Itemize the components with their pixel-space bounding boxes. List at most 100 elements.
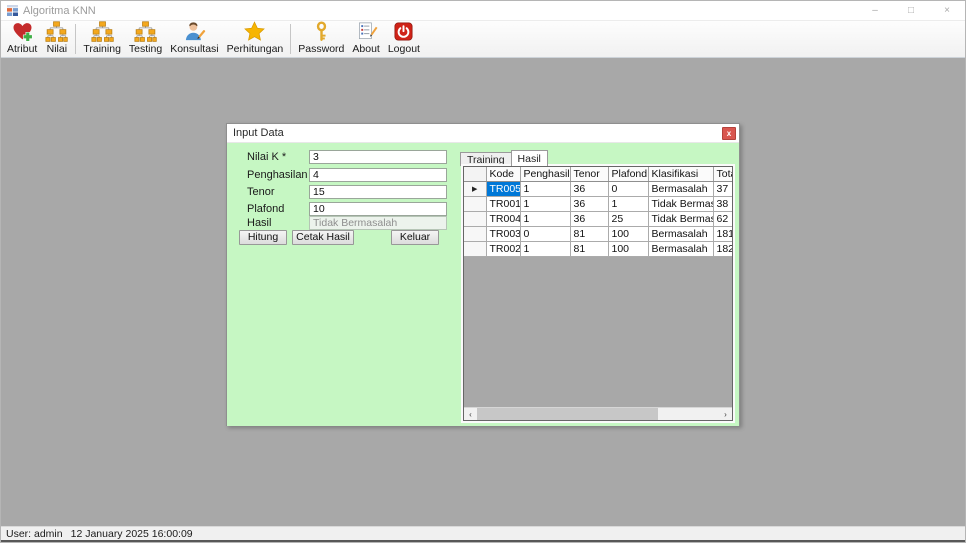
grid-cell[interactable]: 0 — [520, 226, 570, 241]
field-input-hasil — [309, 216, 447, 230]
grid-column-header-total[interactable]: Total — [713, 167, 733, 181]
person-pencil-icon — [183, 21, 206, 42]
results-table: KodePenghasilanTenorPlafondKlasifikasiTo… — [464, 167, 733, 257]
app-icon — [7, 5, 18, 16]
dialog-close-button[interactable]: x — [722, 127, 736, 140]
close-button[interactable]: × — [929, 1, 965, 20]
grid-cell[interactable]: Tidak Bermasalah — [648, 211, 713, 226]
row-header-cell[interactable]: ▶ — [464, 181, 486, 196]
grid-cell[interactable]: 1 — [608, 196, 648, 211]
field-label-plafond: Plafond — [247, 203, 284, 215]
toolbar-button-about[interactable]: About — [348, 22, 383, 56]
grid-cell[interactable]: Bermasalah — [648, 226, 713, 241]
scroll-right-icon[interactable]: › — [719, 408, 732, 420]
dialog-title: Input Data — [233, 127, 284, 139]
grid-cell[interactable]: Bermasalah — [648, 181, 713, 196]
keluar-button[interactable]: Keluar — [391, 230, 439, 245]
grid-cell-selected[interactable]: TR005 — [486, 181, 520, 196]
org-chart-icon — [134, 21, 157, 42]
grid-column-header-tenor[interactable]: Tenor — [570, 167, 608, 181]
grid-cell[interactable]: Bermasalah — [648, 241, 713, 256]
toolbar-separator — [75, 24, 76, 54]
grid-header-row: KodePenghasilanTenorPlafondKlasifikasiTo… — [464, 167, 733, 181]
grid-cell[interactable]: 81 — [570, 226, 608, 241]
scrollbar-track[interactable] — [658, 408, 719, 420]
field-input-tenor[interactable] — [309, 185, 447, 199]
grid-cell[interactable]: 36 — [570, 211, 608, 226]
field-label-nilai-k: Nilai K * — [247, 151, 286, 163]
grid-cell[interactable]: 1 — [520, 196, 570, 211]
grid-cell[interactable]: 1 — [520, 211, 570, 226]
toolbar-button-training[interactable]: Training — [79, 22, 125, 56]
row-header-cell[interactable] — [464, 226, 486, 241]
grid-cell[interactable]: TR002 — [486, 241, 520, 256]
star-icon — [243, 21, 266, 42]
grid-cell[interactable]: 36 — [570, 196, 608, 211]
field-label-penghasilan: Penghasilan — [247, 169, 308, 181]
grid-cell[interactable]: TR004 — [486, 211, 520, 226]
dialog-titlebar[interactable]: Input Data x — [227, 124, 739, 142]
grid-cell[interactable]: 1 — [520, 181, 570, 196]
toolbar-button-password[interactable]: Password — [294, 22, 348, 56]
grid-cell[interactable]: 100 — [608, 226, 648, 241]
grid-cell[interactable]: 36 — [570, 181, 608, 196]
grid-column-header-kode[interactable]: Kode — [486, 167, 520, 181]
grid-cell[interactable]: TR003 — [486, 226, 520, 241]
grid-cell[interactable]: TR001 — [486, 196, 520, 211]
hitung-button[interactable]: Hitung — [239, 230, 287, 245]
org-chart-icon — [91, 21, 114, 42]
grid-cell[interactable]: 181 — [713, 226, 733, 241]
toolbar-label: Konsultasi — [170, 43, 218, 55]
grid-cell[interactable]: 100 — [608, 241, 648, 256]
field-input-plafond[interactable] — [309, 202, 447, 216]
row-header-cell[interactable] — [464, 196, 486, 211]
tab-hasil[interactable]: Hasil — [511, 150, 548, 166]
toolbar: Atribut Nilai TrainingTesting Konsultasi Per… — [1, 20, 965, 58]
grid-row: TR002181100Bermasalah182 — [464, 241, 733, 256]
grid-cell[interactable]: 25 — [608, 211, 648, 226]
toolbar-button-atribut[interactable]: Atribut — [3, 22, 41, 56]
maximize-button[interactable]: □ — [893, 1, 929, 20]
tab-strip: Training Hasil — [460, 150, 548, 166]
toolbar-button-logout[interactable]: Logout — [384, 22, 424, 56]
grid-cell[interactable]: 62 — [713, 211, 733, 226]
grid-cell[interactable]: 1 — [520, 241, 570, 256]
grid-row: TR003081100Bermasalah181 — [464, 226, 733, 241]
grid-column-header-plafond[interactable]: Plafond — [608, 167, 648, 181]
results-grid: KodePenghasilanTenorPlafondKlasifikasiTo… — [463, 166, 733, 421]
grid-cell[interactable]: 38 — [713, 196, 733, 211]
grid-row: TR0011361Tidak Bermasalah38 — [464, 196, 733, 211]
toolbar-label: Nilai — [47, 43, 67, 55]
grid-corner-cell — [464, 167, 486, 181]
grid-cell[interactable]: 0 — [608, 181, 648, 196]
window-controls: – □ × — [857, 1, 965, 20]
grid-column-header-penghasilan[interactable]: Penghasilan — [520, 167, 570, 181]
toolbar-button-perhitungan[interactable]: Perhitungan — [223, 22, 288, 56]
current-row-marker-icon: ▶ — [472, 186, 477, 193]
grid-cell[interactable]: 37 — [713, 181, 733, 196]
row-header-cell[interactable] — [464, 241, 486, 256]
grid-body: ▶TR0051360Bermasalah37TR0011361Tidak Ber… — [464, 181, 733, 256]
field-input-penghasilan[interactable] — [309, 168, 447, 182]
minimize-button[interactable]: – — [857, 1, 893, 20]
field-input-nilai-k[interactable] — [309, 150, 447, 164]
grid-cell[interactable]: Tidak Bermasalah — [648, 196, 713, 211]
toolbar-button-testing[interactable]: Testing — [125, 22, 166, 56]
toolbar-label: Password — [298, 43, 344, 55]
horizontal-scrollbar[interactable]: ‹ › — [464, 407, 732, 420]
scrollbar-thumb[interactable] — [477, 408, 658, 420]
tab-training[interactable]: Training — [460, 152, 512, 166]
cetak-hasil-button[interactable]: Cetak Hasil — [292, 230, 354, 245]
toolbar-button-konsultasi[interactable]: Konsultasi — [166, 22, 222, 56]
field-label-tenor: Tenor — [247, 186, 275, 198]
input-data-dialog: Input Data x Nilai K *PenghasilanTenorPl… — [226, 123, 740, 426]
toolbar-separator — [290, 24, 291, 54]
scroll-left-icon[interactable]: ‹ — [464, 408, 477, 420]
document-list-icon — [355, 21, 378, 42]
grid-cell[interactable]: 81 — [570, 241, 608, 256]
row-header-cell[interactable] — [464, 211, 486, 226]
power-icon — [392, 21, 415, 42]
toolbar-button-nilai[interactable]: Nilai — [41, 22, 72, 56]
grid-cell[interactable]: 182 — [713, 241, 733, 256]
grid-column-header-klasifikasi[interactable]: Klasifikasi — [648, 167, 713, 181]
